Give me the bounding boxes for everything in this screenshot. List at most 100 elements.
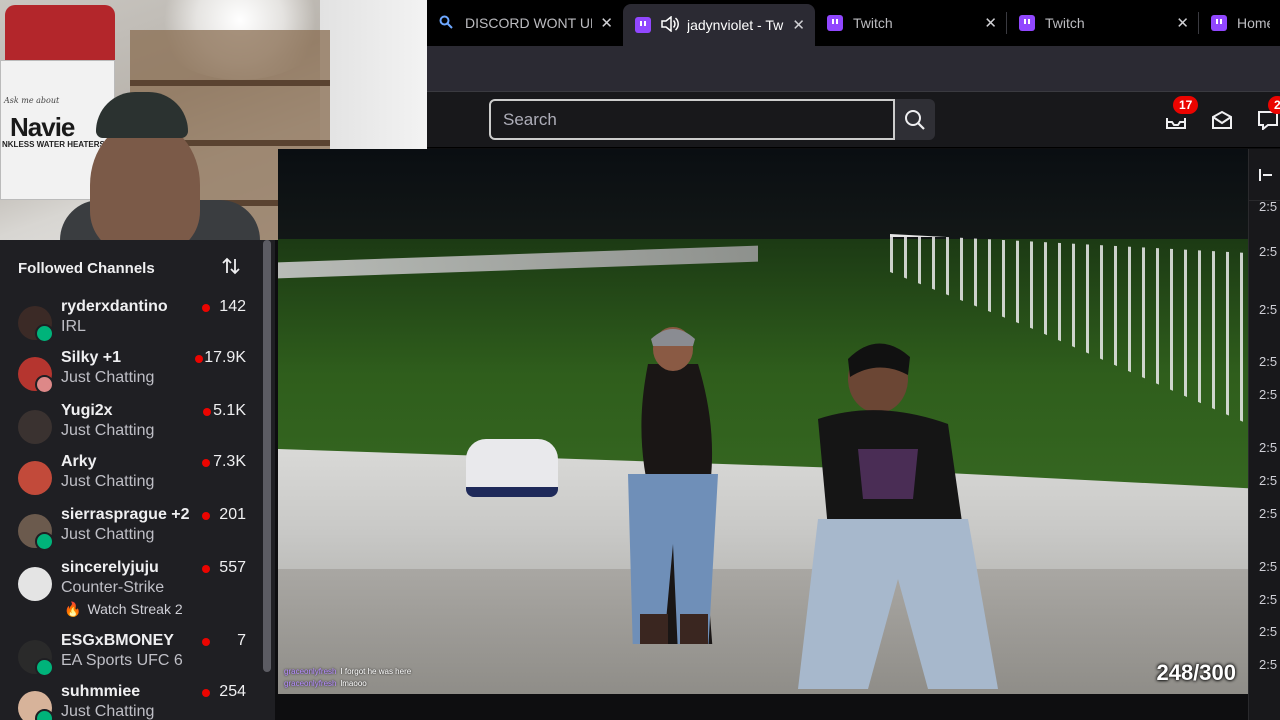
sidebar-channel-silky[interactable]: Silky +1 Just Chatting 17.9K bbox=[0, 349, 262, 401]
twitch-icon bbox=[635, 17, 651, 33]
box-brand-text: Navie bbox=[10, 112, 75, 142]
goal-counter: 248/300 bbox=[1156, 660, 1236, 685]
chat-timestamp: 2:5 bbox=[1259, 244, 1278, 259]
viewer-count: 17.9K bbox=[204, 349, 246, 366]
video-player[interactable]: graceonlyfresh I forgot he was here grace… bbox=[278, 149, 1248, 694]
live-dot-icon bbox=[203, 408, 211, 416]
chat-user: graceonlyfresh bbox=[284, 667, 337, 676]
speaker-icon[interactable] bbox=[661, 14, 679, 35]
box-sub-text: NKLESS WATER HEATERS bbox=[2, 140, 105, 149]
viewer-count: 7.3K bbox=[213, 453, 246, 470]
notifications-button[interactable]: 17 bbox=[1164, 96, 1199, 132]
avatar bbox=[18, 306, 54, 343]
avatar bbox=[18, 461, 52, 495]
sort-icon[interactable] bbox=[221, 256, 241, 282]
below-player-bar bbox=[278, 694, 1248, 720]
channel-category: Just Chatting bbox=[61, 473, 155, 490]
chat-text: I forgot he was here bbox=[340, 667, 412, 676]
avatar bbox=[18, 410, 52, 444]
whispers-button[interactable]: 2 bbox=[1256, 96, 1280, 132]
tab-label: jadynviolet - Twi bbox=[687, 17, 785, 33]
browser-tab-home[interactable]: Home - bbox=[1199, 0, 1280, 46]
tote-bag bbox=[466, 439, 558, 497]
viewer-count: 254 bbox=[219, 683, 246, 700]
watch-streak-label: Watch Streak 2 bbox=[87, 601, 183, 617]
shelf-board bbox=[130, 80, 330, 86]
browser-toolbar bbox=[427, 46, 1280, 92]
channel-name: Arky bbox=[61, 453, 97, 470]
channel-category: Just Chatting bbox=[61, 422, 155, 439]
channel-category: Just Chatting bbox=[61, 703, 155, 720]
irl-category-icon bbox=[35, 324, 54, 343]
chat-user: graceonlyfresh bbox=[284, 679, 337, 688]
chat-timestamp: 2:5 bbox=[1259, 592, 1278, 607]
avatar bbox=[18, 691, 54, 720]
search-placeholder: Search bbox=[503, 109, 557, 129]
live-dot-icon bbox=[202, 304, 210, 312]
twitch-icon bbox=[1211, 15, 1227, 31]
collapse-chat-icon[interactable] bbox=[1249, 149, 1280, 201]
browser-tab-discord[interactable]: DISCORD WONT UPD ✕ bbox=[427, 0, 623, 46]
avatar bbox=[18, 567, 52, 601]
sidebar-channel-esgxbmoney[interactable]: ESGxBMONEY EA Sports UFC 6 7 bbox=[0, 632, 262, 684]
watch-streak: 🔥 Watch Streak 2 bbox=[64, 601, 183, 618]
chat-panel: 2:5 2:5 2:5 2:5 2:5 2:5 2:5 2:5 2:5 2:5 … bbox=[1248, 149, 1280, 720]
sidebar-scrollbar[interactable] bbox=[263, 240, 271, 672]
close-icon[interactable]: ✕ bbox=[784, 16, 805, 34]
chat-timestamp: 2:5 bbox=[1259, 199, 1278, 214]
irl-category-icon bbox=[35, 709, 54, 720]
tab-label: Twitch bbox=[853, 15, 893, 31]
sidebar-channel-suhmmiee[interactable]: suhmmiee Just Chatting 254 bbox=[0, 683, 262, 720]
inbox-button[interactable] bbox=[1210, 108, 1234, 132]
viewer-count: 557 bbox=[219, 559, 246, 576]
browser-tab-twitch-1[interactable]: Twitch ✕ bbox=[815, 0, 1007, 46]
browser-tab-jadynviolet[interactable]: jadynviolet - Twi ✕ bbox=[623, 4, 815, 46]
avatar bbox=[18, 357, 54, 394]
pavement bbox=[278, 569, 1248, 694]
channel-name: sierrasprague +2 bbox=[61, 506, 190, 523]
man-figure bbox=[798, 343, 998, 689]
chat-overlay-line: graceonlyfresh lmaooo bbox=[284, 679, 367, 688]
close-icon[interactable]: ✕ bbox=[976, 14, 997, 32]
box-ask-text: Ask me about bbox=[4, 96, 60, 105]
viewer-count: 201 bbox=[219, 506, 246, 523]
channel-category: EA Sports UFC 6 bbox=[61, 652, 183, 669]
close-icon[interactable]: ✕ bbox=[1168, 14, 1189, 32]
channel-name: ryderxdantino bbox=[61, 298, 168, 315]
search-icon bbox=[905, 109, 925, 130]
chat-timestamp: 2:5 bbox=[1259, 387, 1278, 402]
channel-category: IRL bbox=[61, 318, 86, 335]
sidebar-channel-sincerelyjuju[interactable]: sincerelyjuju Counter-Strike 🔥 Watch Stre… bbox=[0, 559, 262, 621]
close-icon[interactable]: ✕ bbox=[592, 14, 613, 32]
mail-icon bbox=[1212, 110, 1232, 129]
browser-tab-twitch-2[interactable]: Twitch ✕ bbox=[1007, 0, 1199, 46]
sidebar-channel-yugi2x[interactable]: Yugi2x Just Chatting 5.1K bbox=[0, 402, 262, 454]
streamer-face bbox=[90, 120, 200, 240]
irl-category-icon bbox=[35, 658, 54, 677]
search-button[interactable] bbox=[895, 99, 935, 140]
channel-category: Just Chatting bbox=[61, 526, 155, 543]
sidebar-channel-sierrasprague[interactable]: sierrasprague +2 Just Chatting 201 bbox=[0, 506, 262, 558]
chat-timestamp: 2:5 bbox=[1259, 657, 1278, 672]
tab-label: Home - bbox=[1237, 15, 1270, 31]
live-dot-icon bbox=[195, 355, 203, 363]
channel-name: sincerelyjuju bbox=[61, 559, 159, 576]
search-input[interactable]: Search bbox=[489, 99, 895, 140]
chat-timestamp: 2:5 bbox=[1259, 506, 1278, 521]
screen: DISCORD WONT UPD ✕ jadynviolet - Twi ✕ T… bbox=[0, 0, 1280, 720]
flame-icon: 🔥 bbox=[64, 601, 82, 617]
notifications-badge: 17 bbox=[1173, 96, 1199, 114]
channel-category: Just Chatting bbox=[61, 369, 155, 386]
chat-timestamp: 2:5 bbox=[1259, 624, 1278, 639]
chat-timestamp: 2:5 bbox=[1259, 473, 1278, 488]
tab-label: DISCORD WONT UPD bbox=[465, 15, 592, 31]
live-dot-icon bbox=[202, 512, 210, 520]
channel-name: suhmmiee bbox=[61, 683, 141, 700]
avatar bbox=[18, 640, 54, 677]
secondary-avatar bbox=[35, 375, 54, 394]
sidebar-channel-ryderxdantino[interactable]: ryderxdantino IRL 142 bbox=[0, 298, 262, 350]
chat-timestamp: 2:5 bbox=[1259, 559, 1278, 574]
sidebar-channel-arky[interactable]: Arky Just Chatting 7.3K bbox=[0, 453, 262, 505]
followed-channels-sidebar: Followed Channels ryderxdantino IRL 142 … bbox=[0, 240, 275, 720]
chat-timestamp: 2:5 bbox=[1259, 302, 1278, 317]
